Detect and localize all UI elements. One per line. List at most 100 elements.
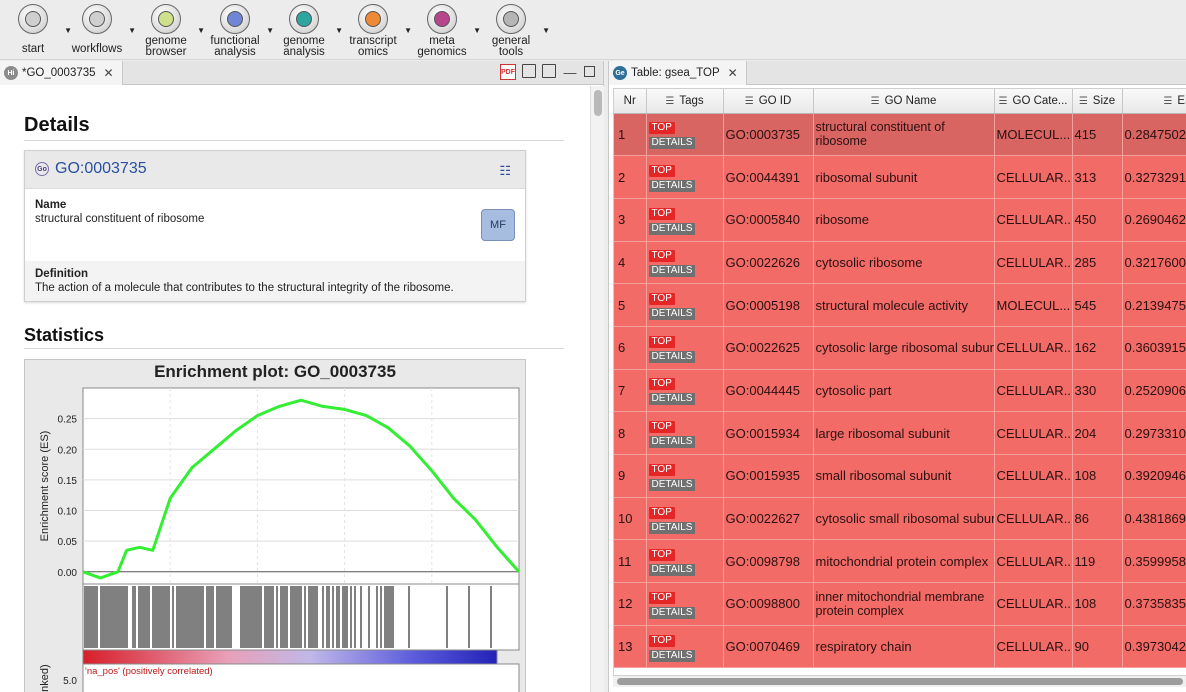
- filter-icon[interactable]: ☰: [871, 96, 880, 107]
- column-header-3[interactable]: ☰ GO Name: [813, 89, 995, 114]
- table-row[interactable]: 7 TOP DETAILS GO:0044445 cytosolic part CELLU…: [614, 369, 1186, 413]
- go-id-cell: GO:0015934: [723, 411, 814, 455]
- main-toolbar: start ▼ workflows ▼ genome browser ▼ functional…: [0, 0, 1186, 60]
- toolbar-genome-analysis-button[interactable]: genome analysis ▼: [271, 2, 343, 58]
- bottom-tick-label: 5.0: [63, 676, 77, 687]
- details-tag[interactable]: DETAILS: [648, 222, 696, 235]
- close-tab-icon[interactable]: ✕: [728, 66, 738, 80]
- table-row[interactable]: 4 TOP DETAILS GO:0022626 cytosolic ribosome C…: [614, 241, 1186, 285]
- table-row[interactable]: 10 TOP DETAILS GO:0022627 cytosolic small ri…: [614, 497, 1186, 541]
- go-name-cell: mitochondrial protein complex: [813, 539, 995, 584]
- details-tag[interactable]: DETAILS: [648, 606, 696, 619]
- details-tag[interactable]: DETAILS: [648, 393, 696, 406]
- row-number: 5: [614, 283, 647, 327]
- top-tag: TOP: [648, 634, 675, 647]
- filter-icon[interactable]: ☰: [665, 96, 674, 107]
- size-cell: 545: [1072, 283, 1123, 327]
- toolbar-metagenomics-button[interactable]: meta genomics ▼: [409, 2, 481, 58]
- top-tag: TOP: [648, 591, 675, 604]
- toolbar-genome-browser-button[interactable]: genome browser ▼: [133, 2, 205, 58]
- definition-label: Definition: [35, 268, 89, 280]
- go-detail-editor: Hi *GO_0003735 ✕ PDF — Details Go GO:000…: [0, 61, 604, 692]
- column-header-4[interactable]: ☰ GO Cate...: [994, 89, 1073, 114]
- column-header-5[interactable]: ☰ Size: [1072, 89, 1123, 114]
- definition-value: The action of a molecule that contribute…: [35, 282, 454, 294]
- tab-go-detail[interactable]: Hi *GO_0003735 ✕: [0, 61, 123, 85]
- details-tag[interactable]: DETAILS: [648, 564, 696, 577]
- toolbar-functional-analysis-button[interactable]: functional analysis ▼: [202, 2, 274, 58]
- y-tick-label: 0.25: [58, 415, 78, 426]
- hierarchy-icon[interactable]: ☷: [499, 163, 511, 179]
- table-header-row: Nr ☰ Tags ☰ GO ID ☰ GO Name ☰ GO Cate... ☰ Size ☰ ES: [614, 89, 1186, 114]
- table-row[interactable]: 2 TOP DETAILS GO:0044391 ribosomal subunit CE…: [614, 155, 1186, 199]
- table-row[interactable]: 11 TOP DETAILS GO:0098798 mitochondrial prot…: [614, 539, 1186, 584]
- go-category-cell: MOLECUL...: [994, 283, 1073, 327]
- column-header-2[interactable]: ☰ GO ID: [723, 89, 814, 114]
- filter-icon[interactable]: ☰: [745, 96, 754, 107]
- details-tag[interactable]: DETAILS: [648, 521, 696, 534]
- table-row[interactable]: 9 TOP DETAILS GO:0015935 small ribosomal sub…: [614, 454, 1186, 498]
- filter-icon[interactable]: ☰: [1163, 96, 1172, 107]
- save-as-icon[interactable]: [542, 64, 556, 78]
- go-id-cell: GO:0098800: [723, 582, 814, 626]
- table-row[interactable]: 13 TOP DETAILS GO:0070469 respiratory chain C…: [614, 625, 1186, 669]
- save-icon[interactable]: [522, 64, 536, 78]
- column-label: GO Cate...: [1012, 94, 1068, 107]
- tags-cell: TOP DETAILS: [646, 326, 724, 370]
- go-category-cell: CELLULAR...: [994, 326, 1073, 370]
- table-row[interactable]: 5 TOP DETAILS GO:0005198 structural molecule…: [614, 283, 1186, 327]
- filter-icon[interactable]: ☰: [1079, 96, 1088, 107]
- es-cell: 0.3735835: [1122, 582, 1186, 626]
- details-tag[interactable]: DETAILS: [648, 308, 696, 321]
- minimize-icon[interactable]: —: [562, 64, 578, 80]
- table-row[interactable]: 12 TOP DETAILS GO:0098800 inner mitochondria…: [614, 582, 1186, 626]
- close-tab-icon[interactable]: ✕: [104, 66, 114, 80]
- details-tag[interactable]: DETAILS: [648, 180, 696, 193]
- details-tag[interactable]: DETAILS: [648, 436, 696, 449]
- toolbar-transcriptomics-button[interactable]: transcript omics ▼: [340, 2, 412, 58]
- details-tag[interactable]: DETAILS: [648, 350, 696, 363]
- go-id-cell: GO:0003735: [723, 113, 814, 157]
- table-row[interactable]: 8 TOP DETAILS GO:0015934 large ribosomal sub…: [614, 411, 1186, 455]
- go-name-cell: respiratory chain: [813, 625, 995, 669]
- go-id-link[interactable]: GO:0003735: [55, 160, 147, 178]
- ontology-badge[interactable]: MF: [481, 209, 515, 241]
- scroll-thumb[interactable]: [594, 90, 602, 116]
- details-tag[interactable]: DETAILS: [648, 137, 696, 150]
- tags-cell: TOP DETAILS: [646, 539, 724, 584]
- toolbar-start-button[interactable]: start ▼: [0, 2, 72, 58]
- details-tag[interactable]: DETAILS: [648, 265, 696, 278]
- dropdown-arrow-icon[interactable]: ▼: [542, 26, 550, 35]
- export-pdf-icon[interactable]: PDF: [500, 64, 516, 80]
- table-horizontal-scrollbar[interactable]: [613, 675, 1186, 687]
- detail-scrollbar[interactable]: [590, 86, 604, 692]
- table-row[interactable]: 6 TOP DETAILS GO:0022625 cytosolic large rib…: [614, 326, 1186, 370]
- go-id-cell: GO:0022626: [723, 241, 814, 285]
- go-category-cell: CELLULAR...: [994, 539, 1073, 584]
- es-cell: 0.2139475: [1122, 283, 1186, 327]
- column-header-1[interactable]: ☰ Tags: [646, 89, 724, 114]
- icon-dot: [296, 11, 312, 27]
- row-number: 8: [614, 411, 647, 455]
- go-id-cell: GO:0022625: [723, 326, 814, 370]
- table-tab-icon: Ge: [613, 66, 627, 80]
- table-row[interactable]: 1 TOP DETAILS GO:0003735 structural constitu…: [614, 113, 1186, 157]
- row-number: 13: [614, 625, 647, 669]
- maximize-icon[interactable]: [584, 66, 595, 77]
- tags-cell: TOP DETAILS: [646, 582, 724, 626]
- y-axis-label: Enrichment score (ES): [39, 431, 51, 542]
- top-tag: TOP: [648, 207, 675, 220]
- row-number: 4: [614, 241, 647, 285]
- toolbar-general-tools-button[interactable]: general tools ▼: [478, 2, 550, 58]
- tab-gsea-table[interactable]: Ge Table: gsea_TOP ✕: [609, 61, 747, 85]
- column-header-0[interactable]: Nr: [614, 89, 647, 114]
- toolbar-share-button[interactable]: workflows ▼: [64, 2, 136, 58]
- table-row[interactable]: 3 TOP DETAILS GO:0005840 ribosome CELLULAR...…: [614, 198, 1186, 242]
- scroll-thumb[interactable]: [617, 678, 1183, 685]
- details-tag[interactable]: DETAILS: [648, 478, 696, 491]
- size-cell: 330: [1072, 369, 1123, 413]
- filter-icon[interactable]: ☰: [999, 96, 1008, 107]
- details-divider: [24, 140, 564, 141]
- details-tag[interactable]: DETAILS: [648, 649, 696, 662]
- column-header-6[interactable]: ☰ ES: [1122, 89, 1186, 114]
